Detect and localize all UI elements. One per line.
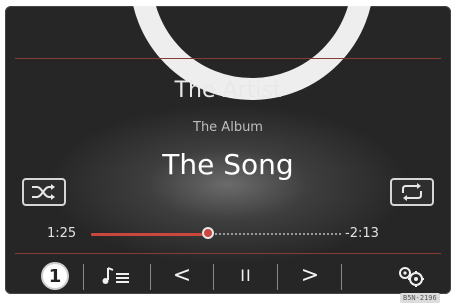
shuffle-button[interactable]: [22, 178, 66, 206]
media-player-screen: The Artist The Album The Song 1:25 -2:13…: [5, 6, 451, 294]
shuffle-icon: [32, 184, 55, 200]
separator: [213, 264, 214, 290]
separator: [277, 264, 278, 290]
settings-button[interactable]: [385, 258, 437, 294]
separator: [341, 264, 342, 290]
elapsed-time: 1:25: [47, 226, 77, 241]
previous-icon: <: [172, 263, 192, 288]
separator: [150, 264, 151, 290]
pause-button[interactable]: II: [217, 258, 275, 294]
top-divider: [15, 58, 441, 59]
song-title: The Song: [162, 148, 294, 181]
bottom-divider: [15, 253, 441, 254]
callout-badge: 1: [41, 262, 69, 290]
next-icon: >: [300, 263, 320, 288]
artist-name: The Artist: [174, 78, 282, 103]
source-button[interactable]: 1: [33, 258, 77, 294]
control-bar: 1 < II >: [5, 258, 451, 294]
settings-icon: [399, 267, 424, 287]
previous-button[interactable]: <: [154, 258, 210, 294]
repeat-button[interactable]: [390, 178, 434, 206]
separator: [83, 264, 84, 290]
music-list-icon: [102, 267, 129, 284]
repeat-icon: [402, 183, 422, 201]
progress-remaining-track[interactable]: [211, 233, 341, 235]
progress-slider-knob[interactable]: [202, 227, 214, 239]
remaining-time: -2:13: [345, 226, 379, 241]
figure-code: B5N-2196: [400, 293, 440, 303]
next-button[interactable]: >: [281, 258, 339, 294]
progress-played: [91, 233, 207, 236]
album-name: The Album: [193, 120, 263, 135]
playlist-button[interactable]: [87, 258, 145, 294]
pause-icon: II: [240, 266, 252, 285]
